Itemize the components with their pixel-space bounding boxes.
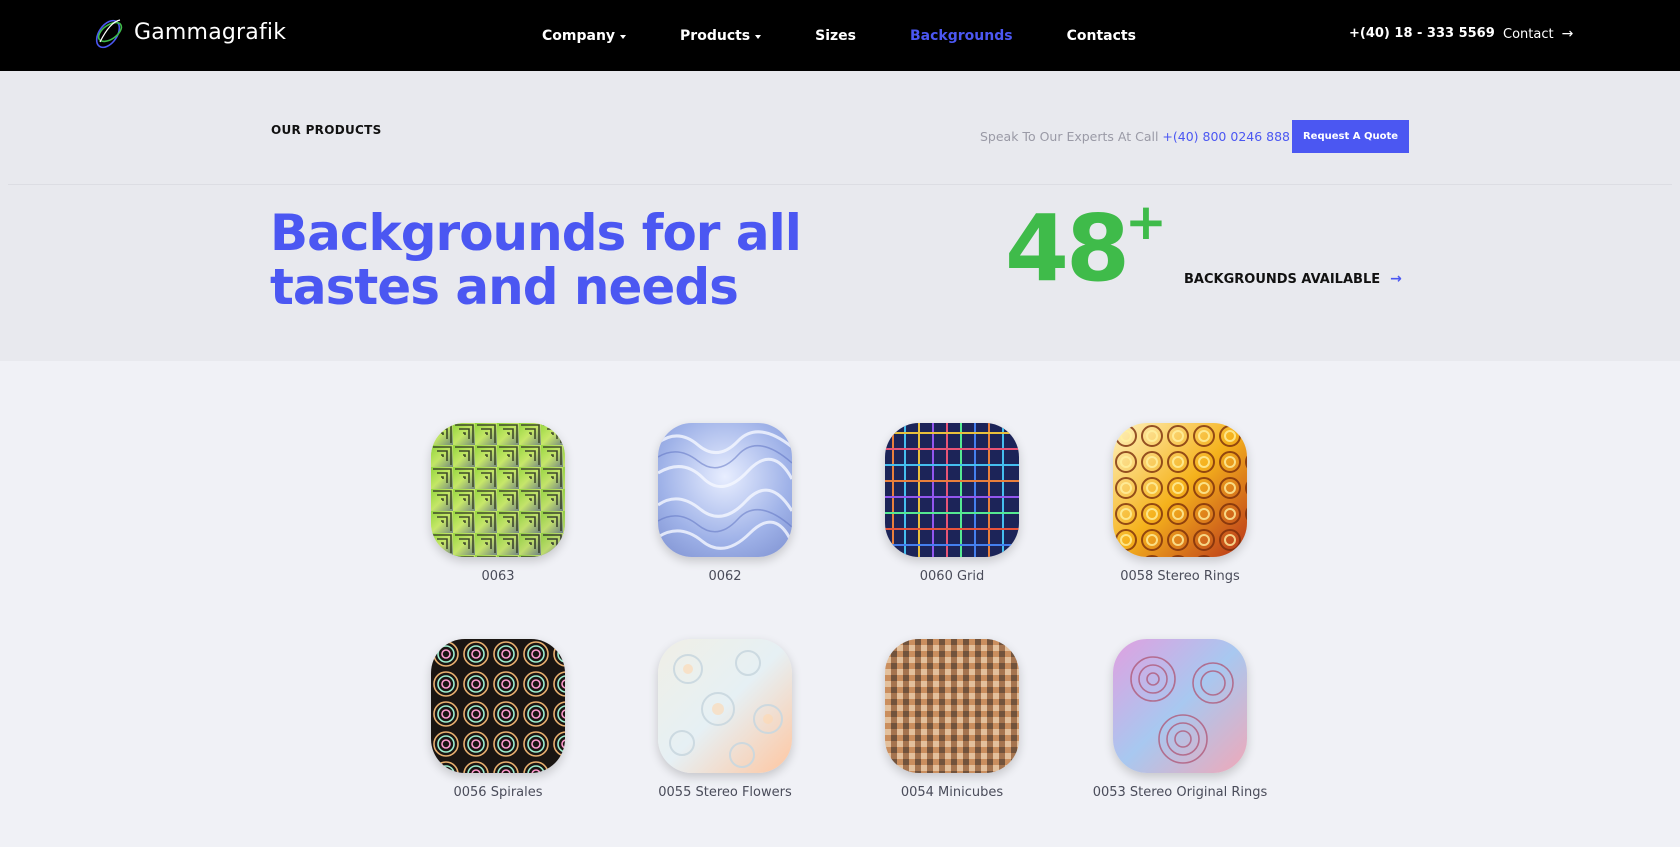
stat-plus: + xyxy=(1125,193,1167,251)
hero-section: OUR PRODUCTS Speak To Our Experts At Cal… xyxy=(0,71,1680,361)
chevron-down-icon xyxy=(755,34,762,39)
background-label: 0063 xyxy=(481,569,515,584)
background-swatch-rainbow-plaid xyxy=(885,423,1019,557)
logo-swirl-icon xyxy=(95,19,123,49)
background-label: 0054 Minicubes xyxy=(900,785,1004,800)
background-card[interactable]: 0058 Stereo Rings xyxy=(1065,423,1295,584)
background-label: 0055 Stereo Flowers xyxy=(658,785,792,800)
contact-label: Contact xyxy=(1503,26,1554,42)
menu-item-sizes[interactable]: Sizes xyxy=(815,28,856,44)
top-navbar: Gammagrafik Company Products Sizes Backg… xyxy=(0,0,1680,71)
background-swatch-pale-flowers xyxy=(658,639,792,773)
background-swatch-green-maze xyxy=(431,423,565,557)
arrow-right-icon: → xyxy=(1561,26,1574,42)
background-card[interactable]: 0054 Minicubes xyxy=(837,639,1067,800)
nav-contact-link[interactable]: Contact → xyxy=(1503,26,1573,42)
background-card[interactable]: 0053 Stereo Original Rings xyxy=(1065,639,1295,800)
backgrounds-available-link[interactable]: BACKGROUNDS AVAILABLE → xyxy=(1184,271,1402,287)
menu-item-products[interactable]: Products xyxy=(680,27,762,44)
background-label: 0062 xyxy=(708,569,742,584)
menu-item-company[interactable]: Company xyxy=(542,27,627,44)
background-swatch-dark-spirals xyxy=(431,639,565,773)
menu-item-contacts[interactable]: Contacts xyxy=(1067,28,1136,44)
experts-phone-link[interactable]: +(40) 800 0246 888 xyxy=(1162,129,1290,144)
title-line-2: tastes and needs xyxy=(270,258,739,316)
background-card[interactable]: 0062 xyxy=(610,423,840,584)
menu-item-label: Contacts xyxy=(1066,27,1136,44)
speak-to-experts: Speak To Our Experts At Call +(40) 800 0… xyxy=(980,129,1309,144)
menu-item-backgrounds[interactable]: Backgrounds xyxy=(910,28,1013,44)
background-card[interactable]: 0056 Spirales xyxy=(383,639,613,800)
background-label: 0060 Grid xyxy=(919,569,985,584)
background-swatch-pink-rings xyxy=(1113,639,1247,773)
menu-item-label: Company xyxy=(542,27,616,44)
logo[interactable]: Gammagrafik xyxy=(90,12,286,52)
background-label: 0056 Spirales xyxy=(453,785,543,800)
chevron-down-icon xyxy=(620,34,627,39)
request-quote-button[interactable]: Request A Quote xyxy=(1292,120,1409,153)
speak-prefix: Speak To Our Experts At Call xyxy=(980,129,1159,144)
nav-phone-link[interactable]: +(40) 18 - 333 5569 xyxy=(1349,26,1495,41)
background-label: 0058 Stereo Rings xyxy=(1120,569,1240,584)
divider xyxy=(8,184,1672,185)
background-swatch-bronze-mosaic xyxy=(885,639,1019,773)
background-swatch-gold-rings xyxy=(1113,423,1247,557)
menu-item-label: Products xyxy=(680,27,751,44)
logo-text: Gammagrafik xyxy=(134,19,287,45)
title-line-1: Backgrounds for all xyxy=(270,204,802,262)
background-label: 0053 Stereo Original Rings xyxy=(1092,785,1268,800)
stat-number: 48 xyxy=(1005,195,1130,302)
section-eyebrow: OUR PRODUCTS xyxy=(271,123,382,137)
main-menu: Company Products Sizes Backgrounds Conta… xyxy=(542,0,1136,71)
menu-item-label: Sizes xyxy=(815,27,857,44)
background-card[interactable]: 0055 Stereo Flowers xyxy=(610,639,840,800)
background-swatch-silver-ripple xyxy=(658,423,792,557)
arrow-right-icon: → xyxy=(1390,271,1402,287)
stat-label: BACKGROUNDS AVAILABLE xyxy=(1184,271,1381,287)
backgrounds-grid: 0063 0062 0060 Grid 0058 Stereo Rings 00… xyxy=(0,361,1680,847)
background-card[interactable]: 0063 xyxy=(383,423,613,584)
menu-item-label: Backgrounds xyxy=(910,27,1013,44)
page-title: Backgrounds for all tastes and needs xyxy=(270,206,830,314)
background-card[interactable]: 0060 Grid xyxy=(837,423,1067,584)
